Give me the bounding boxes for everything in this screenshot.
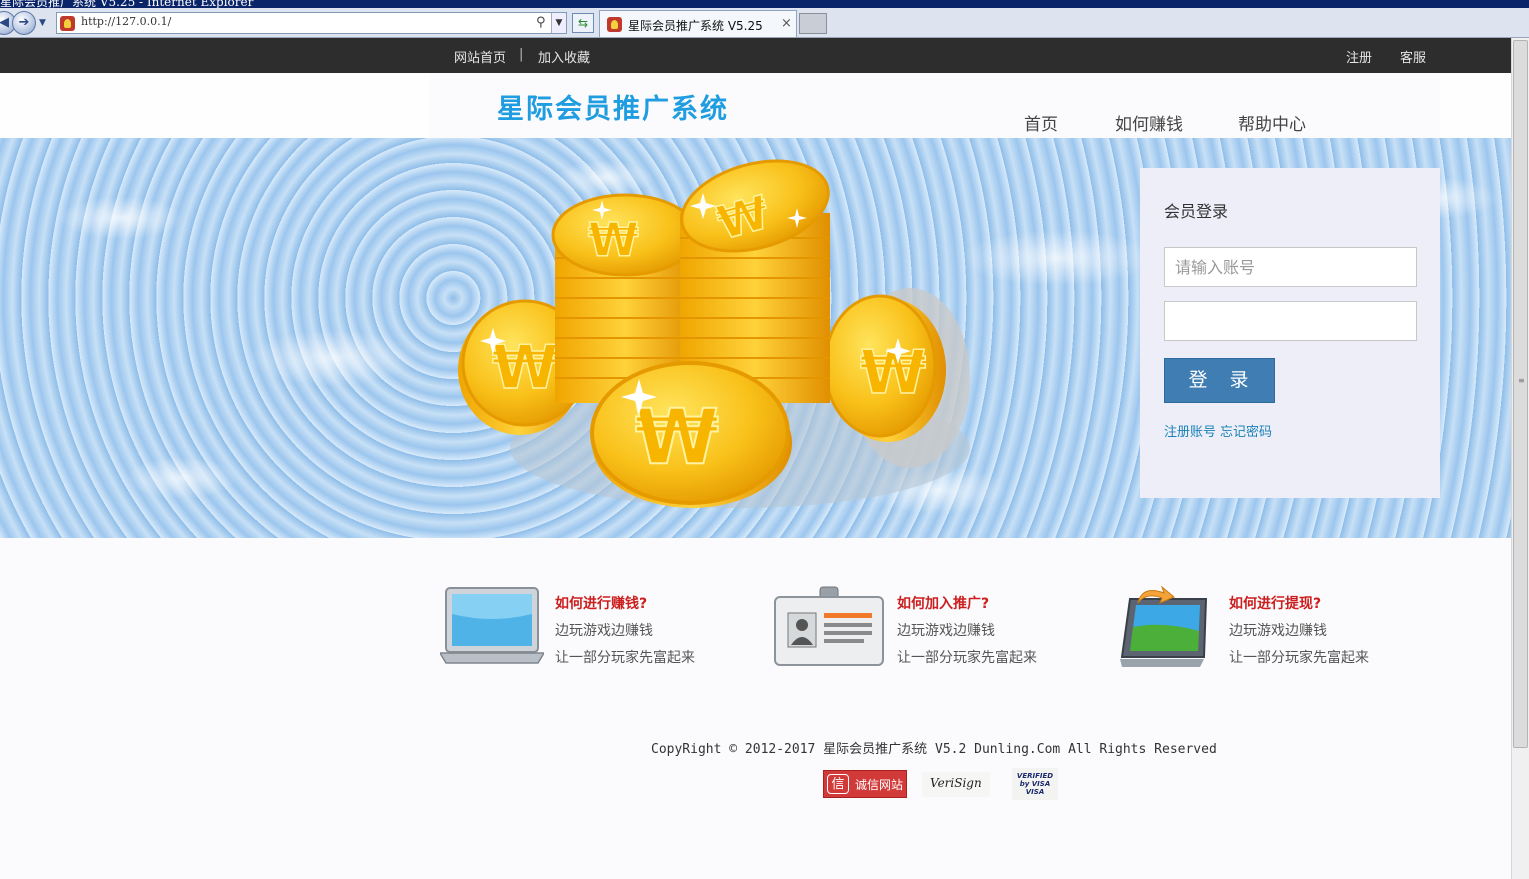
feature-line: 让一部分玩家先富起来 [897,650,1037,666]
trusted-site-text: 诚信网站 [855,778,904,792]
nav-home[interactable]: 首页 [1024,110,1058,135]
feature-title[interactable]: 如何加入推广? [897,593,989,613]
forward-button[interactable]: ➔ [12,11,36,35]
feature-line: 边玩游戏边赚钱 [897,623,995,639]
feature-how-to-withdraw: 如何进行提现? 边玩游戏边赚钱 让一部分玩家先富起来 [1116,585,1416,675]
visa-line-3: VISA [1025,788,1045,796]
footer-copyright: CopyRight © 2012-2017 星际会员推广系统 V5.2 Dunl… [651,742,1217,757]
site-header: 星际会员推广系统 首页 如何赚钱 帮助中心 [0,73,1511,138]
register-account-link[interactable]: 注册账号 [1164,421,1216,440]
topbar-separator: | [519,47,524,62]
site-logo[interactable]: 星际会员推广系统 [497,87,729,126]
tab-close-icon[interactable]: × [781,16,792,31]
window-title: 星际会员推广系统 V5.25 - Internet Explorer [0,0,254,8]
svg-text:₩: ₩ [492,333,558,403]
feature-line: 边玩游戏边赚钱 [1229,623,1327,639]
forgot-password-link[interactable]: 忘记密码 [1220,421,1272,440]
visa-line-2: by VISA [1019,780,1051,788]
tab-favicon-icon [607,17,622,32]
topbar-favorite-link[interactable]: 加入收藏 [538,47,590,66]
forward-arrow-icon: ➔ [18,15,30,30]
verisign-logo: VeriSign [930,776,982,790]
tab-title: 星际会员推广系统 V5.25 [628,19,763,33]
refresh-button[interactable]: ⇆ [572,13,594,33]
login-title: 会员登录 [1164,202,1229,221]
visa-line-1: VERIFIED [1016,772,1054,780]
nav-help-center[interactable]: 帮助中心 [1238,110,1306,135]
address-bar[interactable]: http://127.0.0.1/ ⚲ ▼ [56,12,567,34]
address-url[interactable]: http://127.0.0.1/ [81,15,171,28]
search-icon[interactable]: ⚲ [536,15,546,30]
member-login-panel: 会员登录 登 录 注册账号 忘记密码 [1140,168,1440,498]
feature-line: 让一部分玩家先富起来 [1229,650,1369,666]
trust-seal-icon: 信 [827,774,849,794]
browser-toolbar: ◀ ➔ ▼ http://127.0.0.1/ ⚲ ▼ ⇆ 星际会员推广系统 V… [0,8,1529,38]
new-tab-button[interactable] [799,13,827,34]
topbar-service-link[interactable]: 客服 [1400,47,1426,66]
id-card-icon [774,586,884,666]
feature-how-to-join: 如何加入推广? 边玩游戏边赚钱 让一部分玩家先富起来 [774,585,1074,675]
svg-text:₩: ₩ [635,392,719,481]
feature-how-to-earn: 如何进行赚钱? 边玩游戏边赚钱 让一部分玩家先富起来 [440,585,740,675]
feature-title[interactable]: 如何进行赚钱? [555,593,647,613]
address-dropdown-icon[interactable]: ▼ [551,13,566,33]
feature-line: 让一部分玩家先富起来 [555,650,695,666]
svg-text:₩: ₩ [860,338,926,408]
scrollbar-thumb[interactable]: ≡ [1513,40,1528,748]
nav-how-to-earn[interactable]: 如何赚钱 [1115,110,1183,135]
account-input[interactable] [1164,247,1417,287]
history-dropdown-icon[interactable]: ▼ [39,18,46,28]
topbar-register-link[interactable]: 注册 [1346,47,1372,66]
verified-by-visa-badge[interactable]: VERIFIED by VISA VISA [1012,768,1058,800]
site-topbar: 网站首页 | 加入收藏 注册 客服 [0,38,1511,73]
vertical-scrollbar[interactable]: ≡ [1511,38,1529,879]
password-input[interactable] [1164,301,1417,341]
svg-text:₩: ₩ [588,213,639,267]
scroll-grip-icon: ≡ [1518,376,1525,385]
feature-title[interactable]: 如何进行提现? [1229,593,1321,613]
window-titlebar: 星际会员推广系统 V5.25 - Internet Explorer [0,0,1529,8]
gold-coins-illustration: ₩ ₩ ₩ ₩ ₩ [458,159,970,508]
verisign-badge[interactable]: VeriSign [922,772,990,797]
site-favicon-icon [60,16,75,31]
monitor-icon [1120,585,1208,667]
laptop-icon [440,587,544,664]
feature-line: 边玩游戏边赚钱 [555,623,653,639]
trusted-site-badge[interactable]: 信 诚信网站 [823,770,907,798]
login-button[interactable]: 登 录 [1164,358,1275,403]
browser-tab[interactable]: 星际会员推广系统 V5.25 × [599,10,797,37]
topbar-home-link[interactable]: 网站首页 [454,47,506,66]
